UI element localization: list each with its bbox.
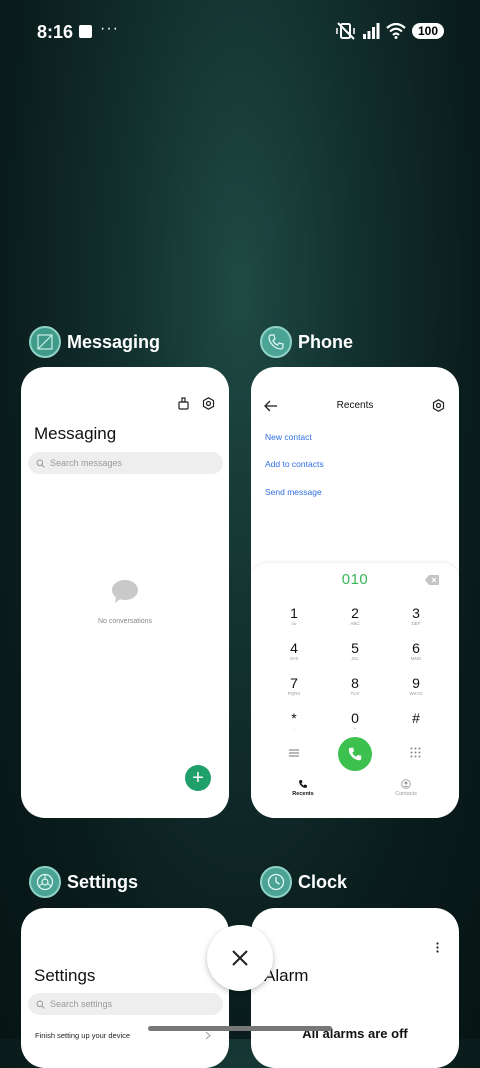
- close-icon: [232, 950, 248, 966]
- phone-icon: [299, 780, 307, 788]
- clock-app-icon: [260, 866, 292, 898]
- menu-icon[interactable]: [289, 749, 299, 757]
- backspace-icon[interactable]: [425, 575, 439, 585]
- key-4[interactable]: 4 GHI: [264, 640, 324, 661]
- search-icon: [36, 459, 45, 468]
- recent-card-phone[interactable]: Recents New contact Add to contacts Send…: [251, 367, 459, 818]
- search-input[interactable]: Search settings: [28, 993, 223, 1015]
- gesture-navigation-bar[interactable]: [148, 1026, 332, 1031]
- recent-card-messaging[interactable]: Messaging Search messages No conversatio…: [21, 367, 229, 818]
- messaging-app-icon: [29, 326, 61, 358]
- app-title: Settings: [67, 871, 139, 892]
- chat-bubble-icon: [112, 580, 138, 603]
- search-input[interactable]: Search messages: [28, 452, 223, 474]
- page-title: Recents: [336, 400, 374, 411]
- app-title: Clock: [298, 871, 348, 892]
- keypad-grid-icon[interactable]: [410, 747, 421, 758]
- more-options-icon[interactable]: [436, 942, 439, 953]
- send-message-link[interactable]: Send message: [265, 487, 322, 497]
- phone-toolbar: Recents: [251, 397, 459, 415]
- settings-gear-icon[interactable]: [202, 397, 215, 410]
- phone-call-icon: [348, 747, 362, 761]
- mute-vibrate-icon: [336, 22, 355, 40]
- dialer-pad: 010 1 oo 2 ABC 3 DEF 4 GHI 5 JKL 6 MNO 7 PQRS 8…: [251, 563, 459, 818]
- contact-person-icon: [401, 779, 411, 789]
- key-1[interactable]: 1 oo: [264, 605, 324, 626]
- settings-gear-icon[interactable]: [432, 399, 445, 412]
- notification-square-icon: [79, 25, 92, 38]
- key-3[interactable]: 3 DEF: [386, 605, 446, 626]
- signal-icon: [362, 23, 380, 39]
- recent-app-header-messaging[interactable]: Messaging: [29, 326, 160, 358]
- messaging-toolbar: [177, 397, 215, 410]
- search-icon: [36, 1000, 45, 1009]
- key-star[interactable]: *,: [264, 710, 324, 731]
- battery-icon: 100: [411, 23, 444, 39]
- clean-brush-icon[interactable]: [177, 397, 190, 410]
- recent-app-header-phone[interactable]: Phone: [260, 326, 353, 358]
- tab-label: Recents: [292, 791, 314, 797]
- app-title: Messaging: [67, 331, 161, 352]
- key-hash[interactable]: #: [386, 710, 446, 726]
- new-conversation-button[interactable]: +: [185, 765, 211, 791]
- close-all-button[interactable]: [207, 925, 273, 991]
- empty-state-text: No conversations: [97, 618, 153, 625]
- wifi-icon: [386, 23, 406, 39]
- page-title: Messaging: [34, 424, 117, 443]
- key-9[interactable]: 9 WXYZ: [386, 675, 446, 696]
- search-placeholder: Search settings: [50, 999, 113, 1009]
- recent-card-clock[interactable]: Alarm All alarms are off: [251, 908, 459, 1068]
- settings-app-icon: [29, 866, 61, 898]
- status-time: 8:16: [37, 22, 74, 42]
- key-2[interactable]: 2 ABC: [325, 605, 385, 626]
- key-5[interactable]: 5 JKL: [325, 640, 385, 661]
- status-bar: 8:16 ··· 100: [0, 0, 480, 64]
- app-title: Phone: [298, 331, 354, 352]
- page-title: Settings: [34, 966, 96, 985]
- recent-card-settings[interactable]: Settings Search settings Finish setting …: [21, 908, 229, 1068]
- tab-contacts[interactable]: Contacts: [376, 779, 436, 797]
- call-button[interactable]: [338, 737, 372, 771]
- tab-recents[interactable]: Recents: [273, 779, 333, 797]
- status-icons: 100: [336, 22, 444, 40]
- key-7[interactable]: 7 PQRS: [264, 675, 324, 696]
- search-placeholder: Search messages: [50, 458, 123, 468]
- add-to-contacts-link[interactable]: Add to contacts: [265, 459, 324, 469]
- key-8[interactable]: 8 TUV: [325, 675, 385, 696]
- tab-label: Contacts: [395, 791, 417, 797]
- recent-app-header-settings[interactable]: Settings: [29, 866, 138, 898]
- phone-app-icon: [260, 326, 292, 358]
- more-notifications-icon: ···: [100, 20, 119, 37]
- new-contact-link[interactable]: New contact: [265, 432, 312, 442]
- key-0[interactable]: 0 +: [325, 710, 385, 731]
- key-6[interactable]: 6 MNO: [386, 640, 446, 661]
- recent-app-header-clock[interactable]: Clock: [260, 866, 347, 898]
